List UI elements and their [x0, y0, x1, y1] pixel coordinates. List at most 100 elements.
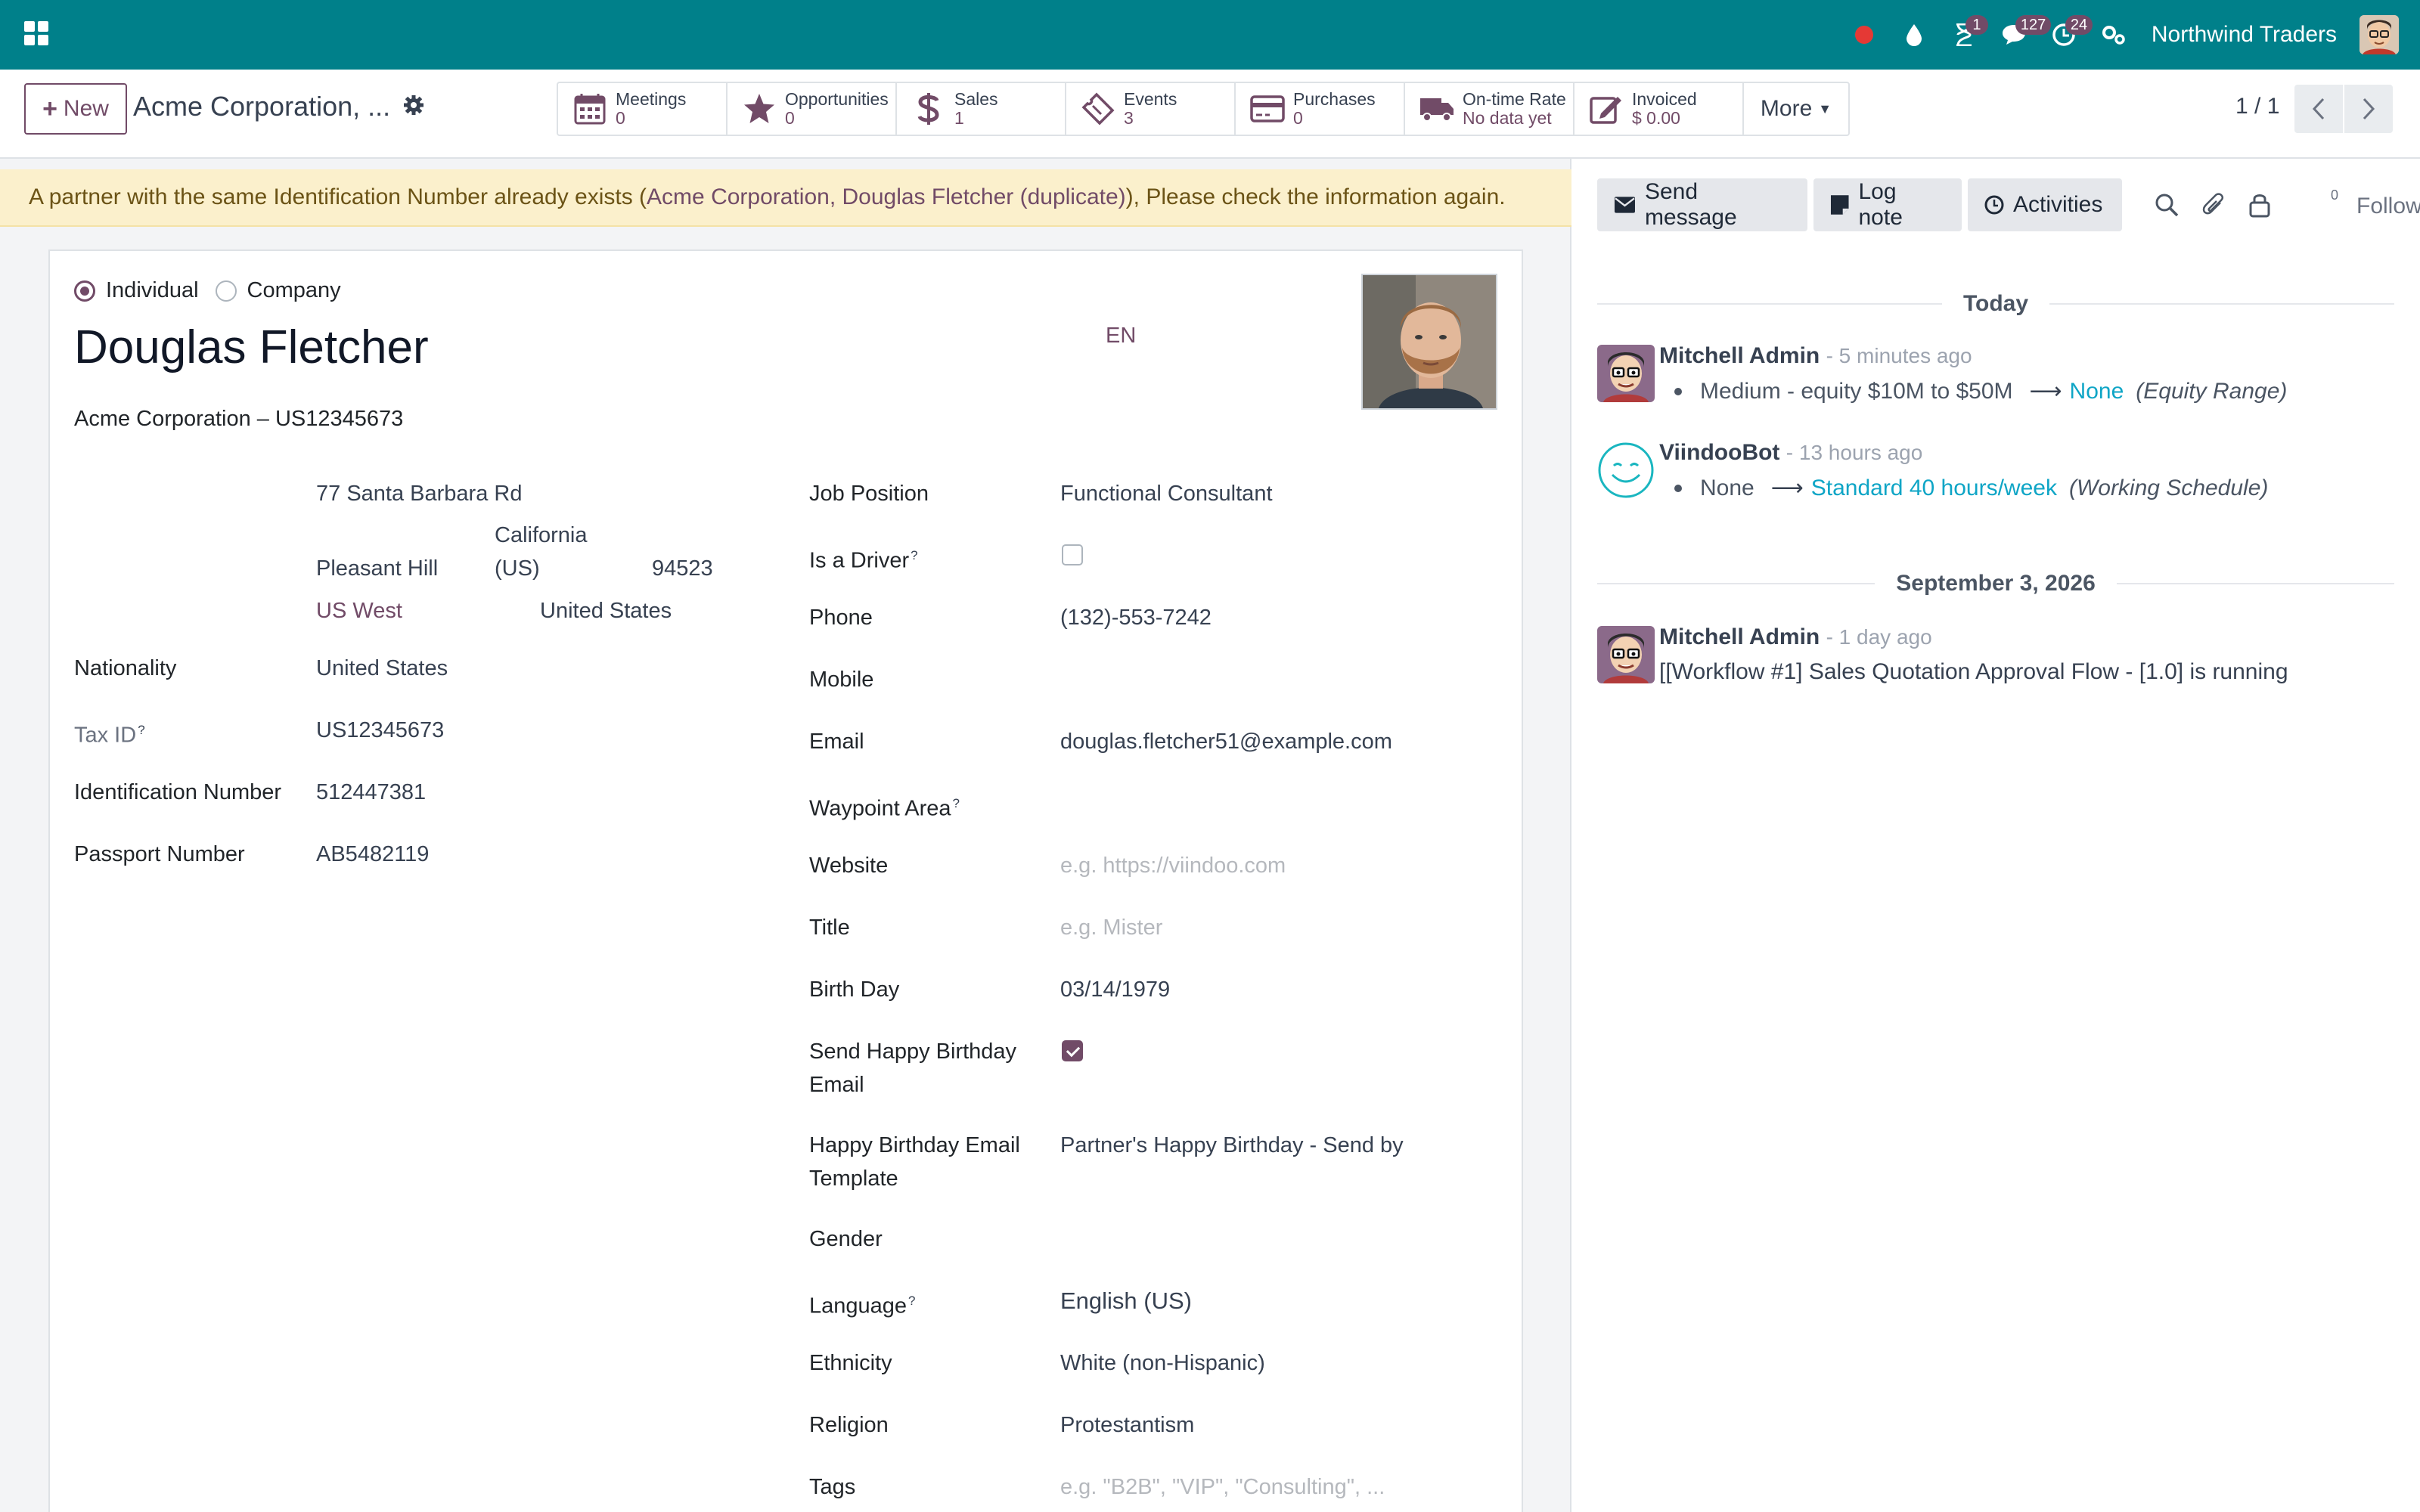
breadcrumb[interactable]: Acme Corporation, ... — [133, 91, 390, 122]
state-field-line1[interactable]: California — [495, 519, 588, 552]
passport-number-field[interactable]: AB5482119 — [316, 838, 429, 871]
log-note-button[interactable]: Log note — [1813, 178, 1962, 231]
followers-icon[interactable] — [2248, 192, 2275, 219]
invoiced-smart-button[interactable]: Invoiced $ 0.00 — [1575, 83, 1744, 135]
is-driver-checkbox[interactable] — [1062, 544, 1083, 565]
parent-company-line[interactable]: Acme Corporation – US12345673 — [74, 407, 403, 432]
send-message-button[interactable]: Send message — [1597, 178, 1807, 231]
log-note-label: Log note — [1858, 179, 1903, 230]
avatar[interactable] — [1597, 626, 1655, 683]
send-message-label: Send message — [1644, 179, 1737, 230]
birthday-template-label-line1: Happy Birthday Email — [809, 1133, 1020, 1157]
radio-individual[interactable] — [74, 280, 95, 302]
bot-avatar[interactable] — [1597, 442, 1655, 499]
messages-badge: 127 — [2015, 15, 2052, 35]
note-icon — [1830, 195, 1849, 215]
message-author[interactable]: Mitchell Admin - 5 minutes ago — [1659, 343, 1972, 369]
ethnicity-field[interactable]: White (non-Hispanic) — [1060, 1346, 1265, 1380]
recording-dot-icon[interactable] — [1849, 20, 1879, 50]
radio-company[interactable] — [215, 280, 237, 302]
job-position-label: Job Position — [809, 482, 929, 506]
purchases-label: Purchases — [1293, 88, 1376, 109]
email-field[interactable]: douglas.fletcher51@example.com — [1060, 725, 1392, 758]
radio-company-label[interactable]: Company — [247, 278, 341, 303]
help-tooltip-icon[interactable]: ? — [953, 796, 960, 810]
avatar[interactable] — [1597, 345, 1655, 402]
city-field[interactable]: Pleasant Hill — [316, 552, 438, 585]
envelope-icon — [1614, 197, 1635, 213]
caret-down-icon: ▼ — [1818, 101, 1832, 116]
tags-field[interactable]: e.g. "B2B", "VIP", "Consulting", ... — [1060, 1470, 1385, 1504]
email-label: Email — [809, 730, 864, 754]
company-name[interactable]: Northwind Traders — [2152, 22, 2337, 48]
opportunities-smart-button[interactable]: Opportunities 0 — [728, 83, 897, 135]
app-grid-icon[interactable] — [24, 21, 48, 45]
phone-field[interactable]: (132)-553-7242 — [1060, 601, 1212, 634]
partner-name-field[interactable]: Douglas Fletcher — [74, 321, 429, 374]
region-field[interactable]: US West — [316, 594, 402, 627]
smart-buttons: Meetings 0 Opportunities 0 Sales 1 Events 3 … — [557, 82, 1850, 136]
meetings-label: Meetings — [616, 88, 687, 109]
partner-photo[interactable] — [1361, 274, 1497, 410]
radio-individual-label[interactable]: Individual — [106, 278, 199, 303]
zip-field[interactable]: 94523 — [652, 552, 713, 585]
help-tooltip-icon[interactable]: ? — [908, 1294, 915, 1308]
meetings-smart-button[interactable]: Meetings 0 — [558, 83, 728, 135]
events-smart-button[interactable]: Events 3 — [1066, 83, 1236, 135]
activities-button[interactable]: Activities — [1968, 178, 2122, 231]
pager-previous-button[interactable] — [2294, 85, 2343, 133]
chevron-left-icon — [2312, 98, 2325, 120]
birthday-template-field[interactable]: Partner's Happy Birthday - Send by — [1060, 1129, 1404, 1162]
events-value: 3 — [1124, 108, 1134, 128]
more-dropdown[interactable]: More ▼ — [1744, 83, 1848, 135]
pager-value[interactable]: 1 / 1 — [2235, 94, 2279, 119]
message-author[interactable]: Mitchell Admin - 1 day ago — [1659, 624, 1932, 650]
translate-lang-button[interactable]: EN — [1106, 324, 1136, 349]
street-field[interactable]: 77 Santa Barbara Rd — [316, 477, 522, 510]
navbar-systray: 1 127 24 Northwind Traders — [1829, 0, 2399, 70]
send-birthday-email-checkbox[interactable] — [1062, 1040, 1083, 1061]
sales-smart-button[interactable]: Sales 1 — [897, 83, 1066, 135]
invoiced-label: Invoiced — [1632, 88, 1697, 109]
arrow-right-icon: ⟶ — [2029, 379, 2062, 404]
sales-value: 1 — [954, 108, 964, 128]
job-position-field[interactable]: Functional Consultant — [1060, 477, 1273, 510]
country-field[interactable]: United States — [540, 594, 672, 627]
help-tooltip-icon[interactable]: ? — [911, 548, 917, 562]
help-tooltip-icon[interactable]: ? — [138, 723, 144, 737]
purchases-smart-button[interactable]: Purchases 0 — [1236, 83, 1405, 135]
language-field[interactable]: English (US) — [1060, 1284, 1192, 1318]
messages-icon[interactable]: 127 — [1999, 15, 2052, 50]
activities-label: Activities — [2013, 192, 2103, 217]
chevron-right-icon — [2363, 98, 2375, 120]
on-time-rate-smart-button[interactable]: On-time Rate No data yet — [1405, 83, 1575, 135]
birth-day-field[interactable]: 03/14/1979 — [1060, 973, 1170, 1006]
tax-id-field[interactable]: US12345673 — [316, 714, 444, 747]
search-messages-icon[interactable] — [2154, 192, 2181, 219]
title-field[interactable]: e.g. Mister — [1060, 911, 1162, 944]
new-button[interactable]: + New — [24, 83, 127, 135]
nationality-field[interactable]: United States — [316, 652, 448, 685]
gear-icon[interactable] — [402, 94, 430, 121]
company-switch-icon[interactable] — [2099, 20, 2129, 50]
date-separator-label: September 3, 2026 — [1896, 571, 2096, 596]
user-avatar[interactable] — [2360, 15, 2399, 54]
state-field-line2[interactable]: (US) — [495, 552, 540, 585]
identification-number-field[interactable]: 512447381 — [316, 776, 426, 809]
credit-card-icon — [1249, 91, 1286, 127]
paperclip-icon[interactable] — [2201, 192, 2228, 219]
pager-next-button[interactable] — [2344, 85, 2393, 133]
follow-button[interactable]: Follow — [2356, 194, 2420, 219]
mobile-label: Mobile — [809, 668, 874, 692]
religion-field[interactable]: Protestantism — [1060, 1408, 1194, 1442]
tracking-value-line: None ⟶ Standard 40 hours/week (Working S… — [1659, 475, 2268, 501]
duplicate-partner-link[interactable]: Acme Corporation, Douglas Fletcher (dupl… — [647, 184, 1126, 210]
clock-icon — [1984, 195, 2004, 215]
message-author[interactable]: ViindooBot - 13 hours ago — [1659, 440, 1922, 466]
message-time: - 5 minutes ago — [1826, 344, 1972, 367]
hourglass-icon[interactable]: 1 — [1949, 15, 1988, 50]
clock-icon[interactable]: 24 — [2049, 15, 2093, 50]
website-field[interactable]: e.g. https://viindoo.com — [1060, 849, 1286, 882]
clock-badge: 24 — [2065, 15, 2093, 35]
water-drop-icon[interactable] — [1899, 20, 1929, 50]
